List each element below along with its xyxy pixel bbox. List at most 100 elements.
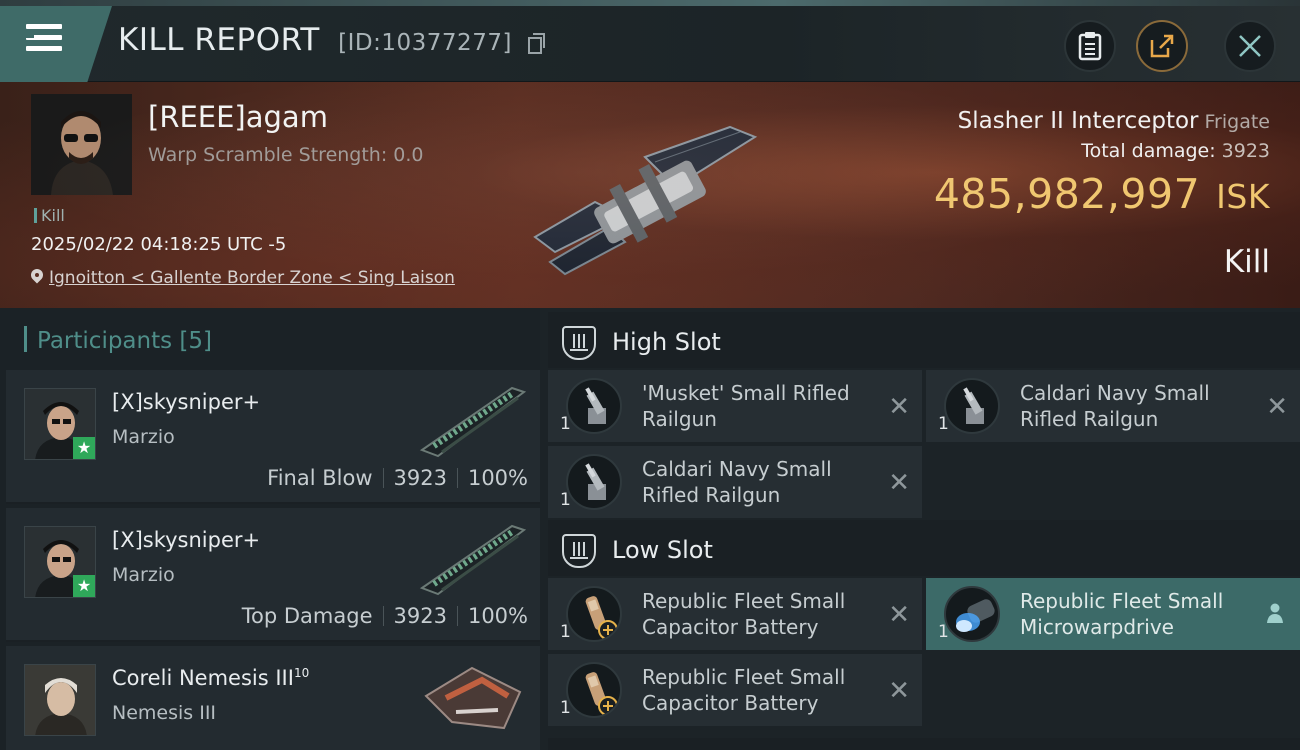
destroyed-icon: ✕ (888, 468, 910, 498)
kill-result: Kill (1223, 244, 1270, 280)
location-pin-icon (31, 269, 43, 285)
participant-ship-image (424, 666, 522, 730)
participant-role: Final Blow (267, 466, 373, 490)
participant-damage: 3923 (393, 466, 447, 490)
next-slot-header-cutoff (548, 738, 1300, 750)
module-name-line2: Rifled Railgun (642, 483, 781, 507)
total-damage: Total damage: 3923 (1081, 140, 1270, 162)
avatar-image (25, 665, 95, 735)
module-name-line1: Republic Fleet Small (642, 665, 846, 689)
capacitor-battery-icon (566, 662, 622, 718)
slot-icon-glyph (570, 334, 588, 351)
victim-ship-name[interactable]: Slasher II Interceptor Frigate (958, 108, 1270, 134)
participant-avatar: ★ (24, 388, 96, 460)
warp-scramble-strength: Warp Scramble Strength: 0.0 (148, 144, 424, 166)
victim-portrait[interactable] (31, 94, 132, 195)
kill-location[interactable]: Ignoitton < Gallente Border Zone < Sing … (31, 268, 455, 288)
module-name-line2: Capacitor Battery (642, 615, 819, 639)
destroyed-icon: ✕ (888, 676, 910, 706)
module-name: Caldari Navy Small Rifled Railgun (642, 456, 872, 508)
isk-amount: 485,982,997 (933, 170, 1201, 218)
destroyed-icon: ✕ (888, 392, 910, 422)
total-damage-value: 3923 (1221, 140, 1270, 162)
module-item[interactable]: 1 Republic Fleet Small Capacitor Battery … (548, 654, 922, 726)
participant-name[interactable]: Coreli Nemesis III10 (112, 666, 309, 690)
capacitor-battery-icon (566, 586, 622, 642)
module-quantity: 1 (560, 622, 571, 642)
low-slot-label: Low Slot (612, 536, 713, 564)
participants-title: Participants [5] (24, 326, 212, 354)
copy-icon[interactable] (528, 33, 546, 54)
victim-name[interactable]: [REEE]agam (148, 100, 328, 134)
victim-ship-image[interactable] (525, 102, 775, 282)
destroyed-icon: ✕ (1266, 392, 1288, 422)
participant-corp: Marzio (112, 564, 175, 586)
page-title-text: KILL REPORT (118, 22, 320, 58)
module-name-line1: Republic Fleet Small (642, 589, 846, 613)
kill-tag: Kill (34, 206, 65, 225)
module-image (956, 599, 995, 632)
separator (456, 468, 458, 488)
module-quantity: 1 (938, 622, 949, 642)
participants-title-text: Participants (37, 328, 173, 354)
microwarpdrive-icon (944, 586, 1000, 642)
menu-button[interactable] (0, 6, 112, 82)
participants-panel: Participants [5] ★ [X]skysniper+ Marzio … (0, 308, 540, 750)
participant-name[interactable]: [X]skysniper+ (112, 390, 260, 414)
participant-name-text: Coreli Nemesis III (112, 666, 294, 690)
participant-card[interactable]: ★ [X]skysniper+ Marzio Top Damage 3923 100… (6, 508, 540, 642)
module-name: Republic Fleet Small Capacitor Battery (642, 588, 872, 640)
separator (382, 468, 384, 488)
portrait-image (31, 94, 132, 195)
kill-tag-marker (34, 208, 37, 223)
participant-corp: Nemesis III (112, 702, 217, 724)
fitting-panel: High Slot 1 'Musket' Small Rifled Railgun… (540, 308, 1300, 750)
module-name-line1: Caldari Navy Small (642, 457, 832, 481)
module-item[interactable]: 1 Republic Fleet Small Capacitor Battery … (548, 578, 922, 650)
module-name: 'Musket' Small Rifled Railgun (642, 380, 872, 432)
module-quantity: 1 (938, 414, 949, 434)
module-item[interactable]: 1 'Musket' Small Rifled Railgun ✕ (548, 370, 922, 442)
separator (456, 606, 458, 626)
railgun-icon (566, 454, 622, 510)
close-button[interactable] (1224, 20, 1276, 72)
module-item-dropped[interactable]: 1 Republic Fleet Small Microwarpdrive (926, 578, 1300, 650)
participant-card[interactable]: ★ [X]skysniper+ Marzio Final Blow 3923 100… (6, 370, 540, 504)
participant-avatar: ★ (24, 526, 96, 598)
low-slot-header: Low Slot (548, 520, 1300, 576)
total-damage-label: Total damage: (1081, 140, 1216, 162)
menu-icon-notch (26, 33, 34, 38)
module-name: Caldari Navy Small Rifled Railgun (1020, 380, 1250, 432)
module-name-line2: Microwarpdrive (1020, 615, 1174, 639)
isk-unit: ISK (1216, 177, 1270, 216)
participant-card[interactable]: Coreli Nemesis III10 Nemesis III (6, 646, 540, 750)
railgun-icon (566, 378, 622, 434)
location-link[interactable]: Ignoitton < Gallente Border Zone < Sing … (49, 268, 455, 288)
share-button[interactable] (1136, 20, 1188, 72)
participant-name[interactable]: [X]skysniper+ (112, 528, 260, 552)
clipboard-icon (1078, 32, 1102, 61)
participant-ship-image (419, 386, 527, 458)
module-name: Republic Fleet Small Microwarpdrive (1020, 588, 1250, 640)
page-title: KILL REPORT [ID:10377277] (118, 22, 546, 58)
high-slot-header: High Slot (548, 312, 1300, 368)
participants-title-bar (24, 326, 27, 352)
low-slot-icon (562, 534, 596, 568)
clipboard-button[interactable] (1064, 20, 1116, 72)
module-name-line1: Republic Fleet Small (1020, 589, 1224, 613)
participant-ship-image (419, 524, 527, 596)
destroyed-icon: ✕ (888, 600, 910, 630)
module-name-line2: Railgun (642, 407, 717, 431)
module-item[interactable]: 1 Caldari Navy Small Rifled Railgun ✕ (926, 370, 1300, 442)
share-icon (1150, 34, 1174, 58)
module-item[interactable]: 1 Caldari Navy Small Rifled Railgun ✕ (548, 446, 922, 518)
participant-avatar (24, 664, 96, 736)
participant-stats: Top Damage 3923 100% (242, 604, 528, 628)
isk-value: 485,982,997 ISK (934, 170, 1270, 218)
star-icon: ★ (73, 575, 95, 597)
header-bar: KILL REPORT [ID:10377277] (0, 6, 1300, 82)
menu-icon-bar (26, 46, 62, 51)
separator (382, 606, 384, 626)
ship-class: Frigate (1204, 111, 1270, 133)
participants-count: [5] (179, 328, 213, 354)
